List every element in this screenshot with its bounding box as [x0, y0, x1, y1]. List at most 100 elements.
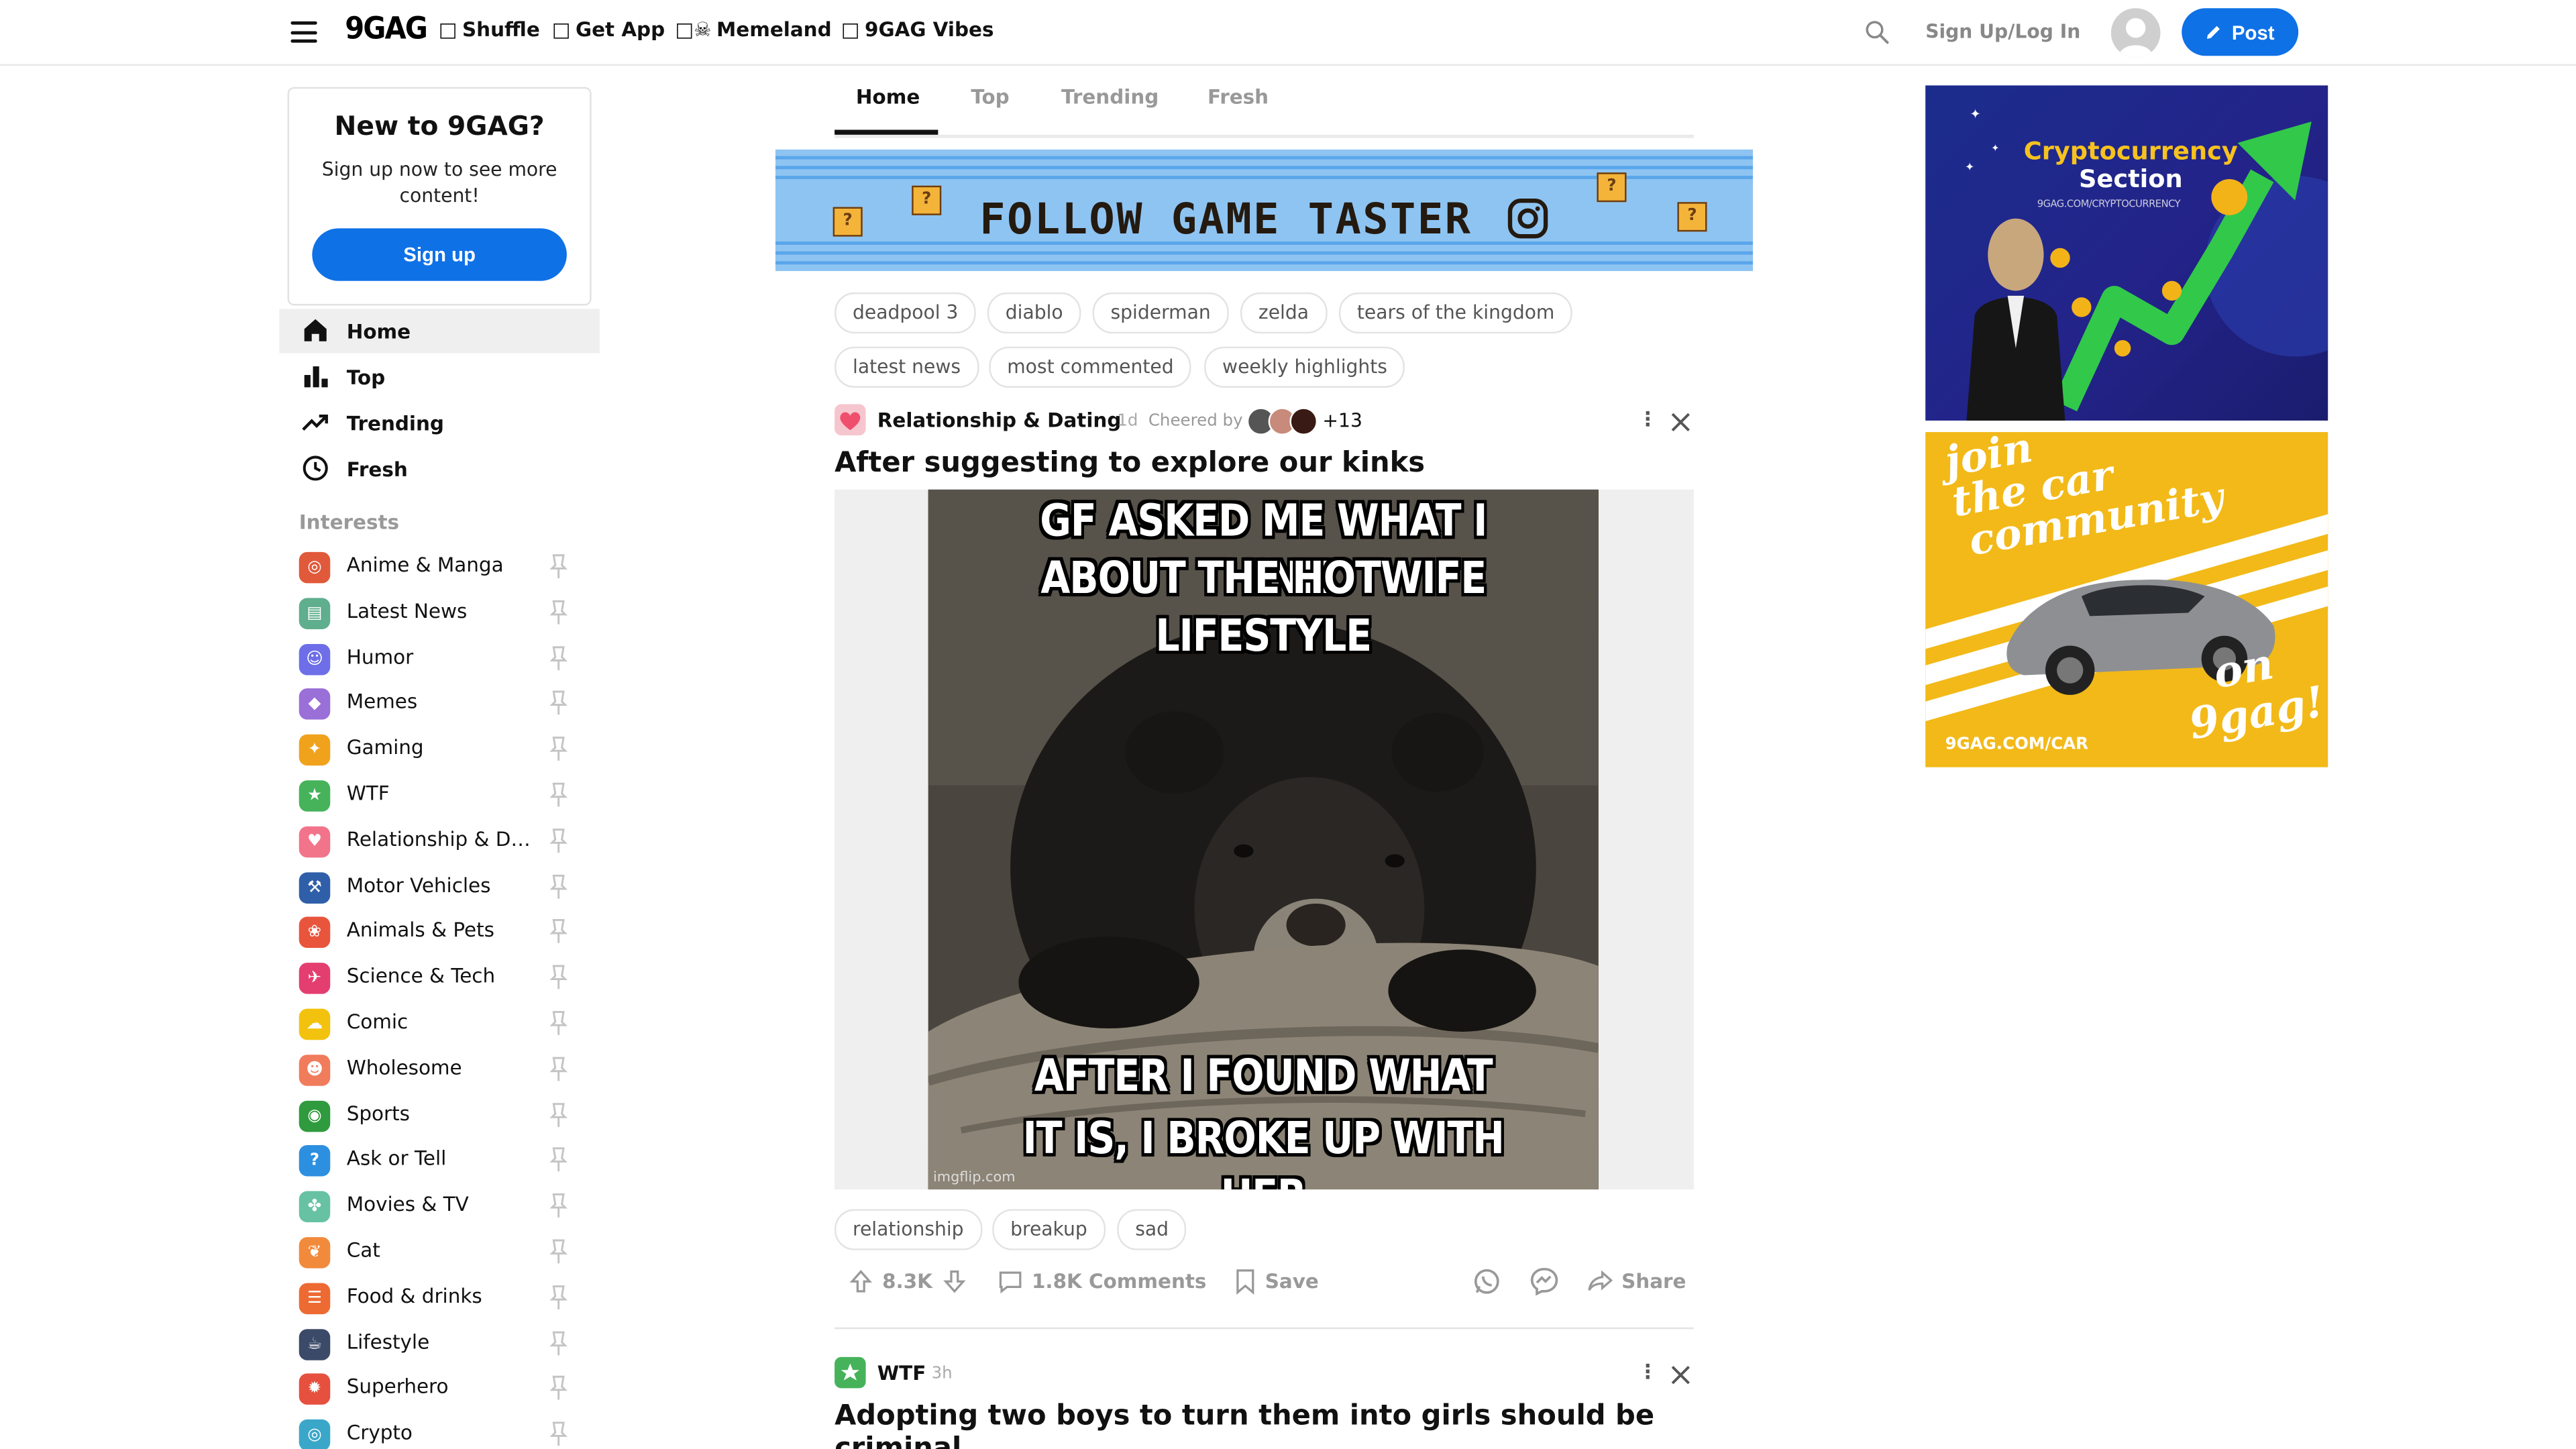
site-logo[interactable]: 9GAG [345, 11, 428, 48]
pin-icon[interactable] [549, 737, 568, 763]
sidebar-item-interest[interactable]: ☕ Lifestyle [279, 1320, 600, 1366]
crypto-section-ad[interactable]: ✦ ✦ ✦ Cryptocurrency Section 9GAG.COM/CR… [1925, 85, 2328, 421]
post-title[interactable]: After suggesting to explore our kinks [835, 447, 1425, 480]
pin-icon[interactable] [549, 828, 568, 854]
tab-home[interactable]: Home [856, 85, 920, 108]
pin-icon[interactable] [549, 1147, 568, 1173]
post-tag-chip[interactable]: sad [1117, 1209, 1187, 1250]
pin-icon[interactable] [549, 1421, 568, 1448]
post-title-line-1[interactable]: Adopting two boys to turn them into girl… [835, 1400, 1654, 1433]
pin-icon[interactable] [549, 1376, 568, 1402]
pin-icon[interactable] [549, 1102, 568, 1128]
sidebar-item-top[interactable]: Top [279, 355, 600, 399]
active-tab-indicator [835, 129, 938, 135]
meme-bottom-line-2: IT IS, I BROKE UP WITH HER [1022, 1114, 1505, 1189]
user-avatar-icon[interactable] [2110, 8, 2161, 58]
sidebar-item-interest[interactable]: ◎ Crypto [279, 1411, 600, 1449]
pin-icon[interactable] [549, 965, 568, 991]
sidebar-item-fresh[interactable]: Fresh [279, 447, 600, 491]
sidebar-item-interest[interactable]: ❦ Cat [279, 1229, 600, 1275]
sidebar-item-interest[interactable]: ◎ Anime & Manga [279, 544, 600, 590]
tab-fresh[interactable]: Fresh [1208, 85, 1269, 108]
tag-chip[interactable]: zelda [1240, 292, 1327, 334]
pin-icon[interactable] [549, 1239, 568, 1265]
pin-icon[interactable] [549, 645, 568, 671]
search-icon[interactable] [1863, 18, 1891, 46]
interest-label: Superhero [346, 1375, 449, 1399]
tag-chip[interactable]: diablo [987, 292, 1081, 334]
post-title-line-2[interactable]: criminal [835, 1433, 961, 1449]
pin-icon[interactable] [549, 1056, 568, 1082]
tag-chip[interactable]: deadpool 3 [835, 292, 977, 334]
pin-icon[interactable] [549, 919, 568, 945]
sidebar-item-interest[interactable]: ✦ Gaming [279, 727, 600, 773]
sign-up-login-link[interactable]: Sign Up/Log In [1925, 19, 2080, 42]
nav-get-app[interactable]: □ Get App [552, 18, 665, 41]
pin-icon[interactable] [549, 553, 568, 580]
interest-label: Food & drinks [346, 1284, 482, 1307]
sidebar-item-interest[interactable]: ☰ Food & drinks [279, 1275, 600, 1321]
tag-chip[interactable]: latest news [835, 346, 979, 388]
pin-icon[interactable] [549, 782, 568, 808]
sidebar-item-interest[interactable]: ◉ Sports [279, 1092, 600, 1138]
nav-9gag-vibes[interactable]: □ 9GAG Vibes [841, 18, 994, 41]
sidebar-item-interest[interactable]: ✹ Superhero [279, 1366, 600, 1412]
pin-icon[interactable] [549, 1330, 568, 1356]
pin-icon[interactable] [549, 873, 568, 900]
sidebar-item-interest[interactable]: ❀ Animals & Pets [279, 909, 600, 955]
tab-trending[interactable]: Trending [1061, 85, 1159, 108]
sidebar-item-interest[interactable]: ✤ Movies & TV [279, 1183, 600, 1230]
sidebar-item-interest[interactable]: ☁ Comic [279, 1000, 600, 1046]
messenger-icon[interactable] [1529, 1267, 1559, 1296]
sidebar-item-interest[interactable]: ▤ Latest News [279, 590, 600, 636]
pin-icon[interactable] [549, 1285, 568, 1311]
post-tag-chip[interactable]: breakup [992, 1209, 1106, 1250]
interest-label: Humor [346, 645, 414, 668]
downvote-icon[interactable] [941, 1269, 967, 1295]
tag-chip[interactable]: spiderman [1092, 292, 1229, 334]
tag-chip[interactable]: weekly highlights [1204, 346, 1405, 388]
share-button[interactable]: Share [1587, 1269, 1686, 1295]
tab-top[interactable]: Top [971, 85, 1009, 108]
post-section-link[interactable]: WTF [877, 1362, 926, 1385]
more-options-icon[interactable]: ⋮ [1638, 1360, 1658, 1383]
more-options-icon[interactable]: ⋮ [1638, 407, 1658, 430]
pin-icon[interactable] [549, 1010, 568, 1036]
nav-memeland[interactable]: □☠︎ Memeland [676, 18, 832, 41]
cheer-count[interactable]: +13 [1322, 409, 1362, 432]
sidebar-item-interest[interactable]: ☻ Wholesome [279, 1046, 600, 1093]
post-time: 3h [931, 1365, 953, 1384]
tag-chip[interactable]: tears of the kingdom [1338, 292, 1573, 334]
game-taster-banner[interactable]: ? ? ? ? FOLLOW GAME TASTER [775, 149, 1754, 272]
close-icon[interactable] [1671, 413, 1690, 432]
upvote-icon[interactable] [848, 1269, 874, 1295]
sidebar-item-trending[interactable]: Trending [279, 401, 600, 445]
relationship-section-icon [835, 404, 866, 435]
pin-icon[interactable] [549, 691, 568, 717]
post-button[interactable]: Post [2182, 8, 2299, 56]
car-community-ad[interactable]: join the car community on 9gag! 9GAG.COM… [1925, 432, 2328, 767]
post-section-link[interactable]: Relationship & Dating [877, 409, 1122, 432]
comments-button[interactable]: 1.8K Comments [998, 1269, 1206, 1295]
nav-shuffle[interactable]: □ Shuffle [439, 18, 540, 41]
whatsapp-icon[interactable] [1472, 1267, 1501, 1296]
save-button[interactable]: Save [1234, 1269, 1319, 1295]
pin-icon[interactable] [549, 599, 568, 625]
post-image-container[interactable]: GF ASKED ME WHAT I THINK ABOUT THE HOTWI… [835, 489, 1694, 1190]
hamburger-menu-icon[interactable] [290, 21, 317, 43]
pin-icon[interactable] [549, 1193, 568, 1219]
comment-icon [999, 1271, 1022, 1294]
close-icon[interactable] [1671, 1365, 1690, 1385]
sidebar-item-interest[interactable]: ? Ask or Tell [279, 1138, 600, 1184]
tag-chip[interactable]: most commented [989, 346, 1192, 388]
post-tag-chip[interactable]: relationship [835, 1209, 982, 1250]
sidebar-item-home[interactable]: Home [279, 309, 600, 354]
sidebar-item-interest[interactable]: ★ WTF [279, 772, 600, 818]
interest-label: Movies & TV [346, 1193, 469, 1216]
sidebar-item-interest[interactable]: ✈ Science & Tech [279, 955, 600, 1001]
sidebar-item-interest[interactable]: ♥ Relationship & Dating [279, 818, 600, 864]
sign-up-button[interactable]: Sign up [312, 228, 567, 281]
sidebar-item-interest[interactable]: ☺ Humor [279, 635, 600, 682]
sidebar-item-interest[interactable]: ⚒ Motor Vehicles [279, 863, 600, 910]
sidebar-item-interest[interactable]: ◆ Memes [279, 681, 600, 727]
